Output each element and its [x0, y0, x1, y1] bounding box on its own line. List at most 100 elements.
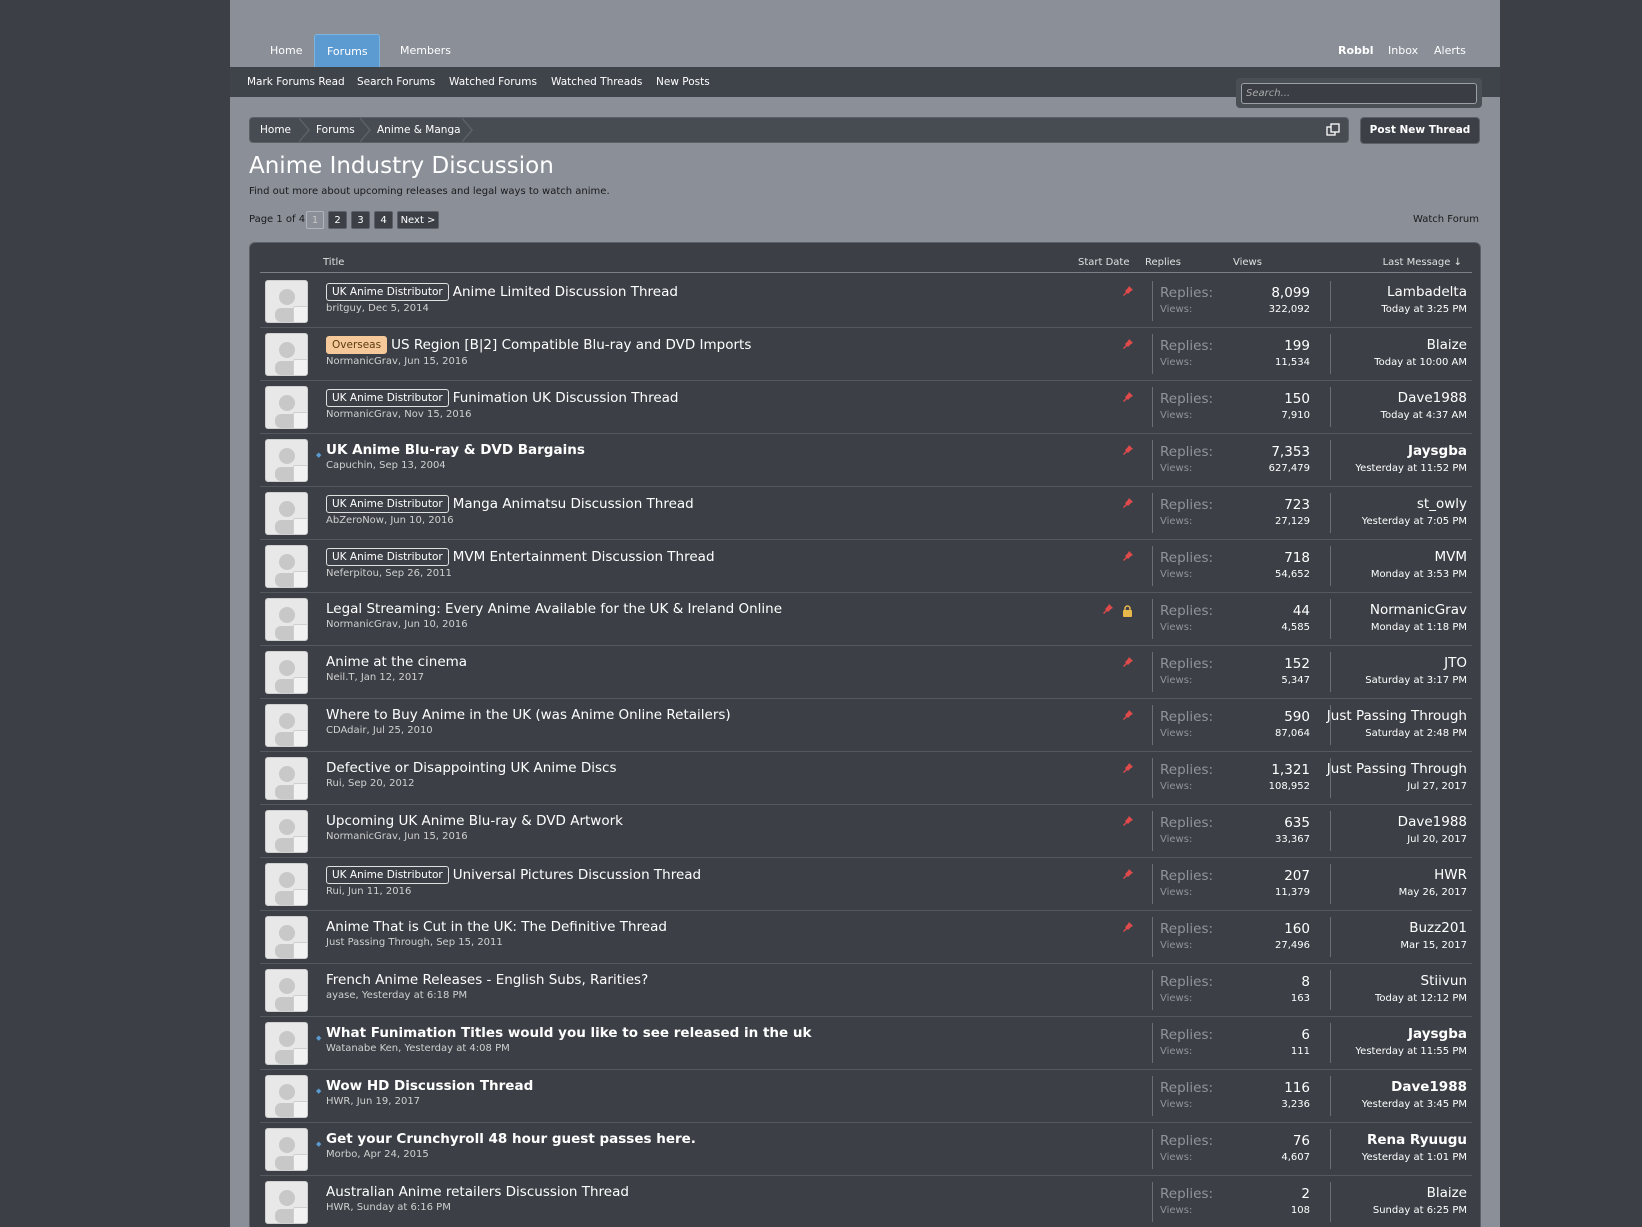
- thread-row[interactable]: Anime at the cinema Neil.T, Jan 12, 2017 R…: [260, 646, 1472, 699]
- tab-forums[interactable]: Forums: [314, 34, 380, 67]
- last-message-user[interactable]: MVM: [1434, 549, 1467, 565]
- last-message-user[interactable]: Rena Ryuugu: [1367, 1132, 1467, 1148]
- inbox-link[interactable]: Inbox: [1388, 34, 1418, 67]
- last-message-user[interactable]: Blaize: [1427, 1185, 1467, 1201]
- jump-to-icon[interactable]: [1326, 123, 1340, 137]
- unread-indicator-icon[interactable]: ◆: [316, 1034, 321, 1042]
- page-4-button[interactable]: 4: [374, 211, 393, 229]
- last-message-user[interactable]: Dave1988: [1398, 814, 1467, 830]
- thread-title[interactable]: UK Anime Blu-ray & DVD Bargains: [326, 442, 585, 458]
- thread-row[interactable]: UK Anime Distributor MVM Entertainment Di…: [260, 540, 1472, 593]
- thread-row[interactable]: ◆ Get your Crunchyroll 48 hour guest pass…: [260, 1123, 1472, 1176]
- last-message-time[interactable]: Saturday at 3:17 PM: [1365, 675, 1467, 686]
- column-last-message[interactable]: Last Message ↓: [1383, 257, 1462, 268]
- last-message-user[interactable]: Buzz201: [1409, 920, 1467, 936]
- page-1-button[interactable]: 1: [306, 211, 324, 229]
- last-message-user[interactable]: Dave1988: [1398, 390, 1467, 406]
- thread-prefix[interactable]: UK Anime Distributor: [326, 283, 449, 301]
- avatar[interactable]: [265, 1128, 308, 1171]
- thread-title[interactable]: Where to Buy Anime in the UK (was Anime …: [326, 707, 731, 723]
- thread-row[interactable]: ◆ Wow HD Discussion Thread HWR, Jun 19, 20…: [260, 1070, 1472, 1123]
- avatar[interactable]: [265, 757, 308, 800]
- last-message-user[interactable]: Stiivun: [1421, 973, 1467, 989]
- thread-title[interactable]: Anime at the cinema: [326, 654, 467, 670]
- avatar[interactable]: [265, 492, 308, 535]
- thread-prefix[interactable]: UK Anime Distributor: [326, 495, 449, 513]
- avatar[interactable]: [265, 651, 308, 694]
- last-message-user[interactable]: Jaysgba: [1408, 1026, 1467, 1042]
- last-message-user[interactable]: Jaysgba: [1408, 443, 1467, 459]
- avatar[interactable]: [265, 280, 308, 323]
- last-message-user[interactable]: Blaize: [1427, 337, 1467, 353]
- unread-indicator-icon[interactable]: ◆: [316, 1140, 321, 1148]
- last-message-user[interactable]: st_owly: [1417, 496, 1467, 512]
- next-page-button[interactable]: Next >: [397, 211, 439, 229]
- last-message-time[interactable]: Saturday at 2:48 PM: [1365, 728, 1467, 739]
- thread-prefix[interactable]: UK Anime Distributor: [326, 866, 449, 884]
- avatar[interactable]: [265, 1075, 308, 1118]
- last-message-user[interactable]: JTO: [1444, 655, 1467, 671]
- tab-home[interactable]: Home: [258, 34, 314, 67]
- column-title[interactable]: Title: [323, 257, 344, 268]
- unread-indicator-icon[interactable]: ◆: [316, 451, 321, 459]
- page-3-button[interactable]: 3: [351, 211, 370, 229]
- search-forums-link[interactable]: Search Forums: [357, 67, 435, 97]
- last-message-user[interactable]: NormanicGrav: [1370, 602, 1467, 618]
- thread-row[interactable]: Overseas US Region [B|2] Compatible Blu-r…: [260, 328, 1472, 381]
- thread-row[interactable]: ◆ UK Anime Blu-ray & DVD Bargains Capuchin…: [260, 434, 1472, 487]
- thread-title[interactable]: Funimation UK Discussion Thread: [453, 390, 679, 406]
- breadcrumb-home[interactable]: Home: [260, 118, 291, 142]
- thread-prefix[interactable]: Overseas: [326, 336, 388, 354]
- search-input[interactable]: [1241, 83, 1477, 104]
- avatar[interactable]: [265, 545, 308, 588]
- last-message-time[interactable]: Yesterday at 3:45 PM: [1362, 1099, 1467, 1110]
- avatar[interactable]: [265, 333, 308, 376]
- thread-row[interactable]: UK Anime Distributor Anime Limited Discus…: [260, 275, 1472, 328]
- thread-title[interactable]: Manga Animatsu Discussion Thread: [453, 496, 694, 512]
- last-message-time[interactable]: Monday at 1:18 PM: [1371, 622, 1467, 633]
- tab-members[interactable]: Members: [388, 34, 463, 67]
- thread-title[interactable]: Wow HD Discussion Thread: [326, 1078, 533, 1094]
- last-message-time[interactable]: Yesterday at 11:55 PM: [1355, 1046, 1467, 1057]
- thread-row[interactable]: French Anime Releases - English Subs, Ra…: [260, 964, 1472, 1017]
- watched-threads-link[interactable]: Watched Threads: [551, 67, 642, 97]
- avatar[interactable]: [265, 386, 308, 429]
- avatar[interactable]: [265, 598, 308, 641]
- thread-title[interactable]: MVM Entertainment Discussion Thread: [453, 549, 715, 565]
- avatar[interactable]: [265, 1022, 308, 1065]
- column-replies[interactable]: Replies: [1145, 257, 1181, 268]
- last-message-time[interactable]: Today at 3:25 PM: [1381, 304, 1467, 315]
- column-views[interactable]: Views: [1233, 257, 1262, 268]
- unread-indicator-icon[interactable]: ◆: [316, 1087, 321, 1095]
- avatar[interactable]: [265, 969, 308, 1012]
- thread-row[interactable]: Defective or Disappointing UK Anime Disc…: [260, 752, 1472, 805]
- thread-title[interactable]: Defective or Disappointing UK Anime Disc…: [326, 760, 616, 776]
- alerts-link[interactable]: Alerts: [1434, 34, 1466, 67]
- thread-row[interactable]: UK Anime Distributor Manga Animatsu Discu…: [260, 487, 1472, 540]
- last-message-time[interactable]: Sunday at 6:25 PM: [1373, 1205, 1467, 1216]
- last-message-user[interactable]: Just Passing Through: [1327, 708, 1467, 724]
- thread-title[interactable]: Universal Pictures Discussion Thread: [453, 867, 701, 883]
- thread-title[interactable]: Upcoming UK Anime Blu-ray & DVD Artwork: [326, 813, 623, 829]
- page-2-button[interactable]: 2: [328, 211, 347, 229]
- mark-forums-read-link[interactable]: Mark Forums Read: [247, 67, 345, 97]
- thread-title[interactable]: French Anime Releases - English Subs, Ra…: [326, 972, 648, 988]
- last-message-time[interactable]: Yesterday at 1:01 PM: [1362, 1152, 1467, 1163]
- avatar[interactable]: [265, 1181, 308, 1224]
- thread-row[interactable]: Australian Anime retailers Discussion Th…: [260, 1176, 1472, 1227]
- thread-prefix[interactable]: UK Anime Distributor: [326, 548, 449, 566]
- thread-row[interactable]: Legal Streaming: Every Anime Available f…: [260, 593, 1472, 646]
- thread-prefix[interactable]: UK Anime Distributor: [326, 389, 449, 407]
- column-start-date[interactable]: Start Date: [1078, 257, 1130, 268]
- last-message-time[interactable]: May 26, 2017: [1399, 887, 1467, 898]
- user-menu[interactable]: Robbl: [1338, 34, 1374, 67]
- thread-row[interactable]: UK Anime Distributor Funimation UK Discus…: [260, 381, 1472, 434]
- last-message-time[interactable]: Jul 20, 2017: [1407, 834, 1467, 845]
- avatar[interactable]: [265, 704, 308, 747]
- thread-row[interactable]: Where to Buy Anime in the UK (was Anime …: [260, 699, 1472, 752]
- last-message-time[interactable]: Jul 27, 2017: [1407, 781, 1467, 792]
- last-message-time[interactable]: Monday at 3:53 PM: [1371, 569, 1467, 580]
- last-message-user[interactable]: HWR: [1434, 867, 1467, 883]
- last-message-time[interactable]: Yesterday at 11:52 PM: [1355, 463, 1467, 474]
- thread-row[interactable]: Anime That is Cut in the UK: The Definit…: [260, 911, 1472, 964]
